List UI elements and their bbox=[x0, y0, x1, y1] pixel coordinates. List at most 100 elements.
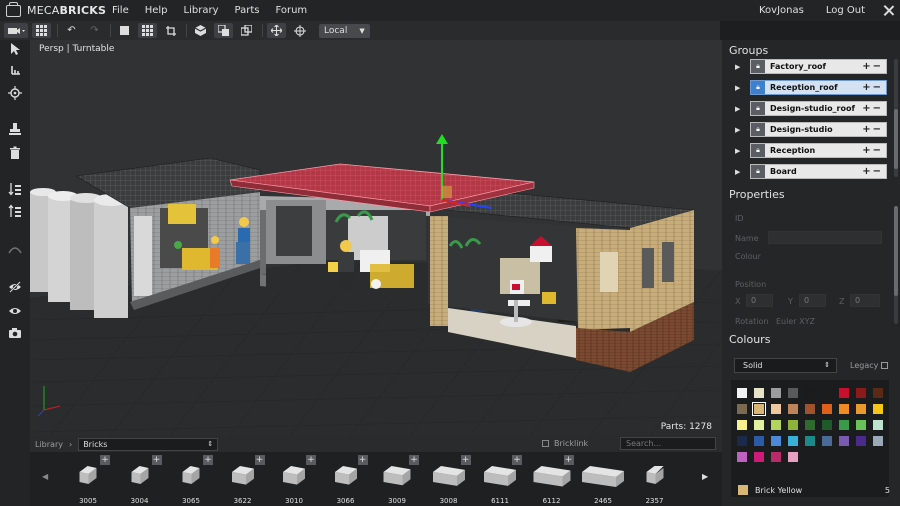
menu-file[interactable]: File bbox=[112, 5, 129, 16]
group-item[interactable]: 🔒︎ Factory_roof +− bbox=[750, 59, 887, 74]
menu-library[interactable]: Library bbox=[184, 5, 219, 16]
colour-swatch[interactable] bbox=[737, 436, 747, 446]
group-row[interactable]: ▶ 🔒︎ Reception +− bbox=[735, 143, 899, 158]
expand-arrow-icon[interactable]: ▶ bbox=[735, 126, 743, 134]
colour-swatch[interactable] bbox=[822, 404, 832, 414]
delete-tool-button[interactable] bbox=[8, 146, 22, 160]
colour-swatch[interactable] bbox=[788, 404, 798, 414]
select-single-button[interactable] bbox=[115, 23, 134, 38]
colour-swatch[interactable] bbox=[788, 388, 798, 398]
app-logo[interactable]: MECABRICKS bbox=[0, 1, 112, 17]
group-row[interactable]: ▶ 🔒︎ Design-studio_roof +− bbox=[735, 101, 899, 116]
position-x-field[interactable]: 0 bbox=[746, 294, 773, 307]
add-brick-button[interactable]: + bbox=[100, 455, 110, 465]
group-item[interactable]: 🔒︎ Reception_roof +− bbox=[750, 80, 887, 95]
position-z-field[interactable]: 0 bbox=[850, 294, 880, 307]
coordinate-space-select[interactable]: Local ▼ bbox=[319, 23, 370, 38]
colour-swatch[interactable] bbox=[805, 420, 815, 430]
expand-arrow-icon[interactable]: ▶ bbox=[735, 105, 743, 113]
add-brick-button[interactable]: + bbox=[563, 455, 574, 465]
colour-swatch[interactable] bbox=[839, 388, 849, 398]
clone-button[interactable] bbox=[237, 23, 256, 38]
properties-scrollbar[interactable] bbox=[894, 206, 898, 324]
add-brick-button[interactable]: + bbox=[409, 455, 419, 465]
colour-swatch[interactable] bbox=[822, 436, 832, 446]
group-row[interactable]: ▶ 🔒︎ Design-studio +− bbox=[735, 122, 899, 137]
colour-swatch[interactable] bbox=[788, 452, 798, 462]
lock-icon[interactable]: 🔒︎ bbox=[751, 165, 765, 178]
colour-swatch[interactable] bbox=[839, 420, 849, 430]
group-row[interactable]: ▶ 🔒︎ Board +− bbox=[735, 164, 899, 179]
close-icon[interactable] bbox=[883, 5, 894, 16]
show-tool-button[interactable] bbox=[8, 304, 22, 318]
menu-parts[interactable]: Parts bbox=[235, 5, 260, 16]
expand-arrow-icon[interactable]: ▶ bbox=[735, 147, 743, 155]
scroll-right-icon[interactable]: ▶ bbox=[702, 472, 708, 481]
legacy-toggle[interactable]: Legacy bbox=[850, 361, 889, 370]
add-brick-button[interactable]: + bbox=[357, 455, 368, 465]
position-y-field[interactable]: 0 bbox=[799, 294, 826, 307]
screenshot-button[interactable] bbox=[8, 326, 22, 340]
colour-swatch[interactable] bbox=[771, 436, 781, 446]
colour-swatch[interactable] bbox=[771, 452, 781, 462]
pointer-tool-button[interactable] bbox=[8, 42, 22, 56]
colour-swatch[interactable] bbox=[771, 388, 781, 398]
colour-type-select[interactable]: Solid ⇕ bbox=[734, 358, 837, 373]
library-category-select[interactable]: Bricks ⇕ bbox=[78, 437, 219, 451]
lock-icon[interactable]: 🔒︎ bbox=[751, 144, 765, 157]
library-brick-item[interactable]: 2357 bbox=[631, 454, 679, 506]
groups-scroll-thumb[interactable] bbox=[894, 109, 898, 169]
colour-swatch[interactable] bbox=[805, 436, 815, 446]
redo-button[interactable]: ↷ bbox=[85, 23, 104, 38]
colour-swatch[interactable] bbox=[754, 388, 764, 398]
box-select-button[interactable] bbox=[161, 23, 180, 38]
library-brick-item[interactable]: +3065 bbox=[167, 454, 215, 506]
group-row[interactable]: ▶ 🔒︎ Factory_roof +− bbox=[735, 59, 899, 74]
lock-icon[interactable]: 🔒︎ bbox=[751, 123, 765, 136]
library-brick-item[interactable]: +3622 bbox=[219, 454, 267, 506]
3d-viewport[interactable]: Persp | Turntable Parts: 1278 bbox=[30, 40, 722, 436]
group-item[interactable]: 🔒︎ Board +− bbox=[750, 164, 887, 179]
colour-swatch[interactable] bbox=[805, 388, 815, 398]
add-remove-buttons[interactable]: +− bbox=[862, 61, 886, 72]
hide-tool-button[interactable] bbox=[8, 280, 22, 294]
add-remove-buttons[interactable]: +− bbox=[862, 103, 886, 114]
lower-tool-button[interactable] bbox=[8, 204, 22, 218]
add-brick-button[interactable]: + bbox=[306, 455, 316, 465]
cube-view-button[interactable] bbox=[191, 23, 210, 38]
lock-icon[interactable]: 🔒︎ bbox=[751, 102, 765, 115]
expand-arrow-icon[interactable]: ▶ bbox=[735, 168, 743, 176]
colour-swatch[interactable] bbox=[856, 436, 866, 446]
colour-swatch[interactable] bbox=[737, 388, 747, 398]
grid-view-button[interactable] bbox=[32, 23, 51, 38]
add-brick-button[interactable]: + bbox=[254, 455, 265, 465]
colour-swatch[interactable] bbox=[822, 388, 832, 398]
add-brick-button[interactable]: + bbox=[203, 455, 213, 465]
rotate-tool-button[interactable] bbox=[290, 23, 309, 38]
menu-help[interactable]: Help bbox=[145, 5, 168, 16]
colour-swatch[interactable] bbox=[771, 420, 781, 430]
colour-swatch[interactable] bbox=[737, 452, 747, 462]
scroll-left-icon[interactable]: ◀ bbox=[42, 472, 48, 481]
group-item[interactable]: 🔒︎ Design-studio_roof +− bbox=[750, 101, 887, 116]
colour-swatch[interactable] bbox=[873, 436, 883, 446]
undo-button[interactable]: ↶ bbox=[62, 23, 81, 38]
colour-swatch[interactable] bbox=[788, 436, 798, 446]
add-remove-buttons[interactable]: +− bbox=[862, 82, 886, 93]
logout-link[interactable]: Log Out bbox=[826, 5, 865, 16]
menu-forum[interactable]: Forum bbox=[275, 5, 307, 16]
colour-swatch[interactable] bbox=[752, 402, 766, 416]
colour-swatch[interactable] bbox=[754, 420, 764, 430]
groups-scrollbar[interactable] bbox=[894, 59, 898, 177]
colour-swatch[interactable] bbox=[737, 420, 747, 430]
colour-swatch[interactable] bbox=[788, 420, 798, 430]
add-brick-button[interactable]: + bbox=[151, 455, 162, 465]
colour-swatch[interactable] bbox=[805, 404, 815, 414]
arc-tool-button[interactable] bbox=[8, 242, 22, 256]
lock-icon[interactable]: 🔒︎ bbox=[751, 60, 765, 73]
colour-swatch[interactable] bbox=[873, 404, 883, 414]
bricklink-checkbox[interactable] bbox=[542, 440, 549, 447]
add-brick-button[interactable]: + bbox=[460, 455, 471, 465]
library-brick-item[interactable]: 2465 bbox=[579, 454, 627, 506]
name-field[interactable] bbox=[768, 231, 882, 244]
